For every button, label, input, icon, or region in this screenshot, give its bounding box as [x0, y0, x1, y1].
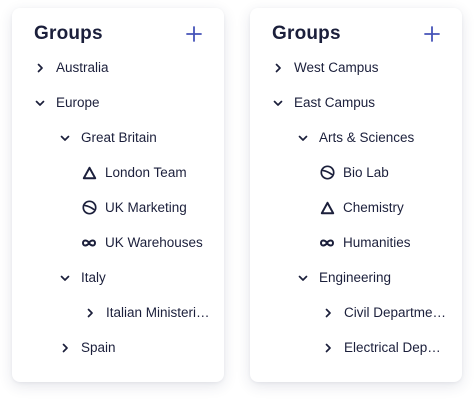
tree-item-label: London Team	[105, 165, 187, 180]
chevron-right-icon[interactable]	[57, 340, 73, 356]
tree-item-label: Italian Ministeri…	[106, 305, 210, 320]
tree-item-label: Europe	[56, 95, 100, 110]
tree-item-label: West Campus	[294, 60, 379, 75]
chevron-down-icon[interactable]	[32, 95, 48, 111]
tree-item-label: Italy	[81, 270, 106, 285]
tree-item-chemistry[interactable]: Chemistry	[250, 190, 462, 225]
tree-item-uk-warehouses[interactable]: UK Warehouses	[12, 225, 224, 260]
tree-item-label: Australia	[56, 60, 109, 75]
tree-item-label: Humanities	[343, 235, 411, 250]
chevron-right-icon[interactable]	[320, 305, 336, 321]
groups-screen: Groups Australia Europe Great Britain Lo…	[0, 0, 474, 406]
tree-item-italy[interactable]: Italy	[12, 260, 224, 295]
tree-item-great-britain[interactable]: Great Britain	[12, 120, 224, 155]
chevron-down-icon[interactable]	[295, 270, 311, 286]
tree-item-label: Electrical Depar…	[344, 340, 448, 355]
panel-title: Groups	[34, 23, 103, 44]
tree-item-label: Bio Lab	[343, 165, 389, 180]
tree-item-east-campus[interactable]: East Campus	[250, 85, 462, 120]
tree-item-label: Great Britain	[81, 130, 157, 145]
infinity-logo-icon	[319, 235, 335, 251]
panel-title: Groups	[272, 23, 341, 44]
chevron-down-icon[interactable]	[295, 130, 311, 146]
chevron-right-icon[interactable]	[270, 60, 286, 76]
triangle-logo-icon	[81, 165, 97, 181]
tree-item-engineering[interactable]: Engineering	[250, 260, 462, 295]
tree-item-west-campus[interactable]: West Campus	[250, 50, 462, 85]
chevron-right-icon[interactable]	[82, 305, 98, 321]
infinity-logo-icon	[81, 235, 97, 251]
tree-item-australia[interactable]: Australia	[12, 50, 224, 85]
tree-item-spain[interactable]: Spain	[12, 330, 224, 365]
tree-item-label: Engineering	[319, 270, 392, 285]
circle-slash-logo-icon	[81, 200, 97, 216]
add-group-button[interactable]	[420, 22, 444, 46]
tree-item-label: Chemistry	[343, 200, 404, 215]
tree-item-label: UK Warehouses	[105, 235, 203, 250]
groups-panel-regions: Groups Australia Europe Great Britain Lo…	[12, 8, 224, 382]
add-group-button[interactable]	[182, 22, 206, 46]
tree-item-electrical-department[interactable]: Electrical Depar…	[250, 330, 462, 365]
chevron-down-icon[interactable]	[57, 270, 73, 286]
plus-icon	[424, 26, 440, 42]
chevron-down-icon[interactable]	[270, 95, 286, 111]
tree-item-arts-sciences[interactable]: Arts & Sciences	[250, 120, 462, 155]
chevron-right-icon[interactable]	[32, 60, 48, 76]
tree-item-label: Spain	[81, 340, 116, 355]
tree-item-london-team[interactable]: London Team	[12, 155, 224, 190]
tree-item-uk-marketing[interactable]: UK Marketing	[12, 190, 224, 225]
tree-item-italian-ministeri[interactable]: Italian Ministeri…	[12, 295, 224, 330]
tree-item-label: Civil Departmen…	[344, 305, 448, 320]
groups-panel-campuses: Groups West Campus East Campus Arts & Sc…	[250, 8, 462, 382]
plus-icon	[186, 26, 202, 42]
tree-item-civil-department[interactable]: Civil Departmen…	[250, 295, 462, 330]
triangle-logo-icon	[319, 200, 335, 216]
circle-slash-logo-icon	[319, 165, 335, 181]
tree-item-bio-lab[interactable]: Bio Lab	[250, 155, 462, 190]
tree-item-humanities[interactable]: Humanities	[250, 225, 462, 260]
chevron-down-icon[interactable]	[57, 130, 73, 146]
tree-item-label: UK Marketing	[105, 200, 187, 215]
tree-item-label: East Campus	[294, 95, 376, 110]
tree-item-europe[interactable]: Europe	[12, 85, 224, 120]
chevron-right-icon[interactable]	[320, 340, 336, 356]
tree-item-label: Arts & Sciences	[319, 130, 415, 145]
